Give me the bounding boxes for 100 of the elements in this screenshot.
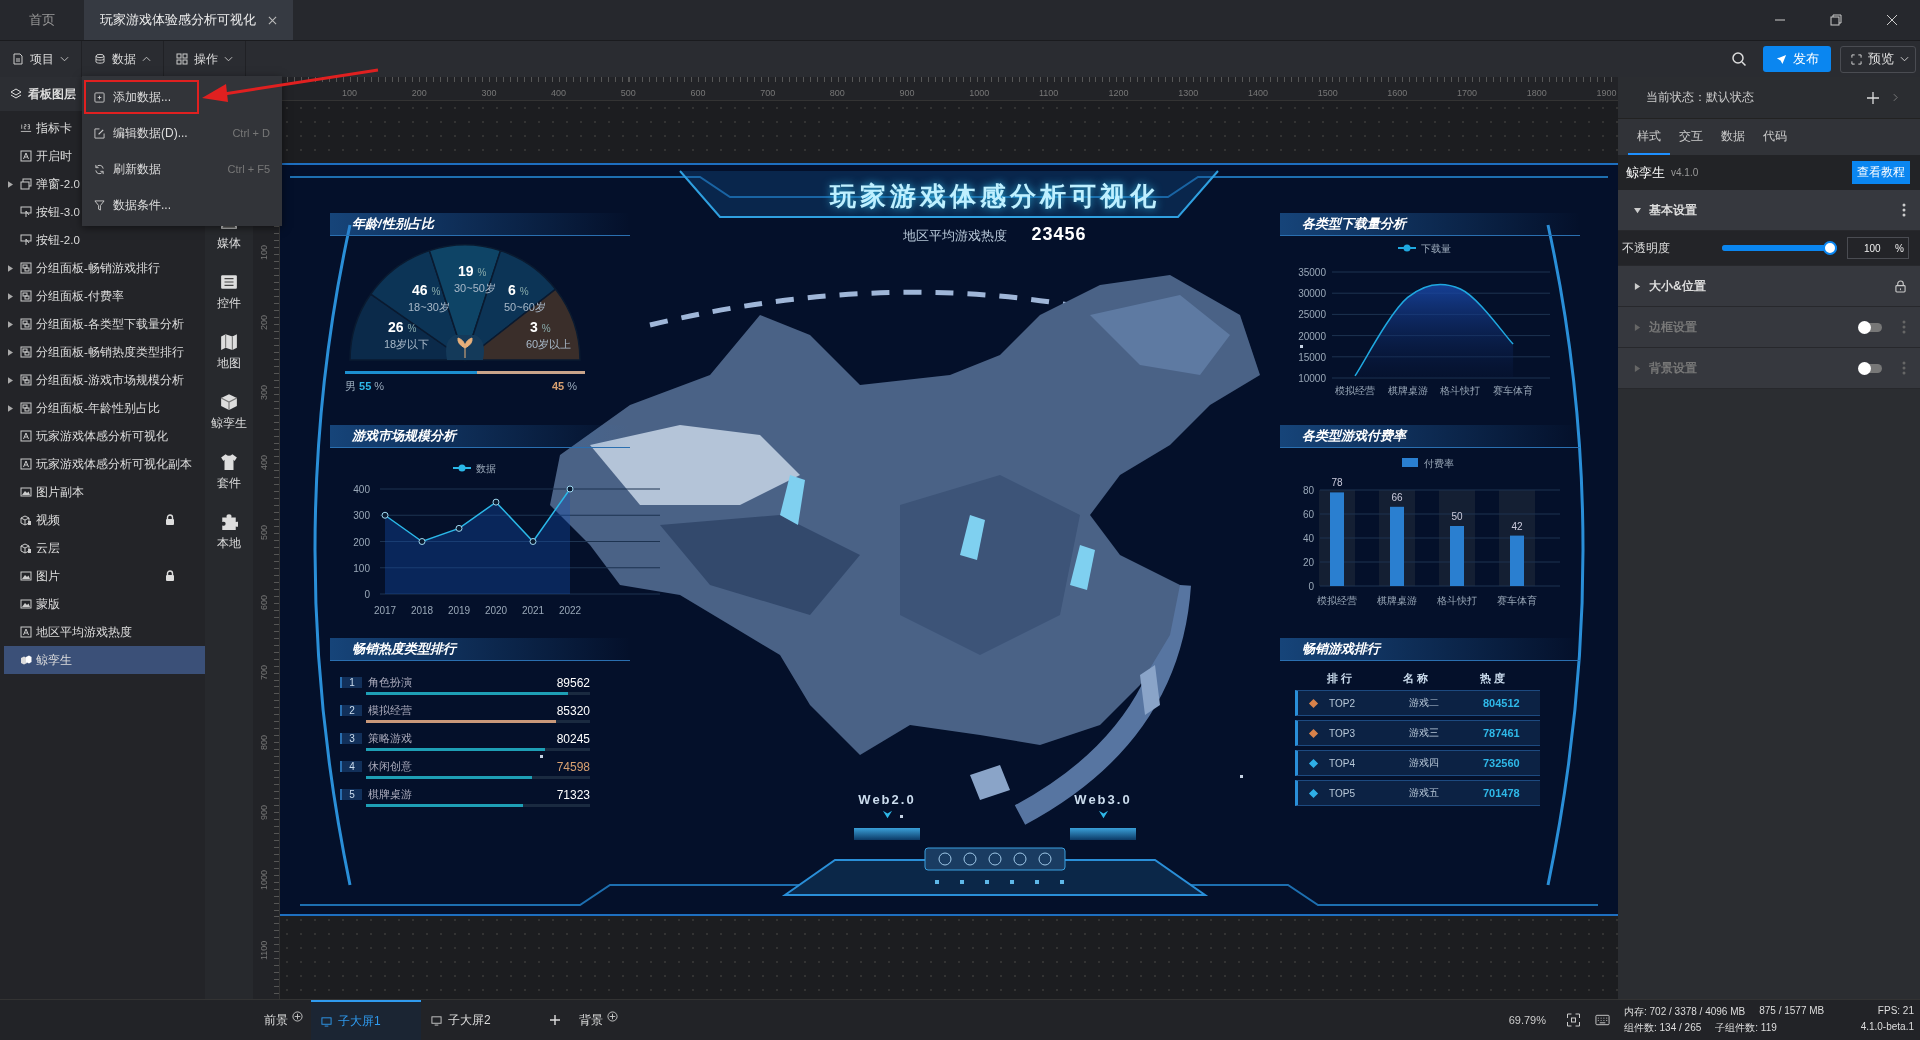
- ruler-label: 1200: [1107, 87, 1130, 100]
- category-name: 休闲创意: [368, 759, 413, 774]
- ruler-label: 1100: [1037, 87, 1060, 100]
- version-label: 4.1.0-beta.1: [1860, 1021, 1914, 1034]
- axis-label: 35000: [1298, 267, 1326, 278]
- table-cell: TOP5: [1329, 787, 1355, 799]
- ruler-label: 1900: [1595, 87, 1618, 100]
- value-label: 50: [1451, 511, 1463, 522]
- column-header: 热度: [1478, 671, 1509, 686]
- legend-label: 下载量: [1421, 243, 1451, 254]
- table-cell-text: 游戏三: [1408, 726, 1440, 740]
- gauge-label: 30~50岁: [454, 282, 496, 294]
- gauge-percent: 3 %: [530, 319, 551, 335]
- gauge-label: 18岁以下: [384, 338, 430, 350]
- axis-label: 赛车体育: [1493, 385, 1534, 396]
- ruler-label: 200: [259, 314, 269, 330]
- dashboard-title: 玩家游戏体感分析可视化: [830, 180, 1160, 213]
- ruler-label: 700: [259, 664, 269, 680]
- table-cell-text: 804512: [1481, 697, 1521, 709]
- panel-title: 畅销游戏排行: [1280, 638, 1580, 661]
- ruler-label: 100: [259, 244, 269, 260]
- opacity-label: 不透明度: [1622, 239, 1671, 257]
- ruler-label: 800: [828, 87, 846, 100]
- web-label: Web2.0: [858, 792, 916, 807]
- column-header: 排行: [1326, 671, 1357, 686]
- axis-label: 格斗快打: [1437, 595, 1477, 606]
- category-name: 棋牌桌游: [368, 787, 413, 802]
- type-value: 85320: [556, 703, 590, 718]
- ruler-label: 400: [550, 87, 568, 100]
- panel-title: 各类型游戏付费率: [1280, 425, 1580, 448]
- table-cell-text: 游戏二: [1408, 696, 1440, 710]
- legend-label: 数据: [476, 463, 496, 474]
- gauge-percent: 26 %: [388, 319, 417, 335]
- axis-label: 模拟经营: [1317, 595, 1357, 606]
- ruler-label: 1000: [259, 869, 269, 890]
- type-value: 71323: [556, 787, 590, 802]
- axis-label: 0: [364, 589, 370, 600]
- axis-label: 2022: [558, 605, 582, 616]
- rank-badge: 5: [340, 789, 362, 800]
- ruler-label: 1600: [1386, 87, 1409, 100]
- axis-label: 2017: [373, 605, 397, 616]
- rank-badge: 1: [340, 677, 362, 688]
- rank-badge: 3: [340, 733, 362, 744]
- category-name: 角色扮演: [368, 675, 413, 690]
- legend-label: 付费率: [1424, 458, 1454, 469]
- panel-title: 各类型下载量分析: [1280, 213, 1580, 236]
- panel-title: 畅销热度类型排行: [330, 638, 630, 661]
- ruler-label: 400: [259, 454, 269, 470]
- category-name: 策略游戏: [368, 731, 413, 746]
- ruler-label: 1800: [1525, 87, 1548, 100]
- ruler-label: 1500: [1316, 87, 1339, 100]
- axis-label: 20: [1302, 557, 1314, 568]
- panel-title: 看板图层: [28, 85, 76, 103]
- table-cell: TOP4: [1329, 757, 1355, 769]
- version-label: v4.1.0: [1671, 167, 1699, 178]
- axis-label: 25000: [1298, 309, 1326, 321]
- axis-label: 10000: [1298, 373, 1326, 384]
- axis-label: 2020: [484, 605, 508, 616]
- ruler-label: 300: [480, 87, 498, 100]
- zoom-level: 69.79%: [1508, 1014, 1546, 1026]
- axis-label: 20000: [1298, 330, 1326, 342]
- column-header: 名称: [1402, 671, 1433, 686]
- axis-label: 40: [1302, 533, 1314, 544]
- ruler-label: 1000: [968, 87, 991, 100]
- axis-label: 15000: [1298, 351, 1326, 363]
- ruler-label: 200: [410, 87, 428, 100]
- category-name: 模拟经营: [368, 703, 413, 718]
- axis-label: 2018: [410, 605, 434, 616]
- type-value: 89562: [556, 675, 590, 690]
- axis-label: 80: [1302, 485, 1314, 496]
- axis-label: 格斗快打: [1440, 385, 1481, 396]
- ruler-label: 1300: [1177, 87, 1200, 100]
- ruler-label: 900: [259, 804, 269, 820]
- heat-label: 地区平均游戏热度: [903, 227, 1008, 245]
- gender-ratio: 45 %: [552, 380, 578, 392]
- value-label: 66: [1391, 491, 1403, 503]
- axis-label: 棋牌桌游: [1377, 595, 1417, 606]
- table-cell-text: 732560: [1481, 757, 1521, 769]
- rank-badge: 4: [340, 761, 362, 772]
- state-label: 当前状态：默认状态: [1646, 89, 1754, 106]
- axis-label: 赛车体育: [1497, 595, 1537, 606]
- ruler-label: 1100: [259, 940, 269, 960]
- table-cell-text: 787461: [1481, 727, 1521, 739]
- table-cell: TOP2: [1329, 697, 1355, 709]
- panel-title: 年龄/性别占比: [330, 213, 630, 236]
- ruler-label: 500: [259, 524, 269, 540]
- axis-label: 0: [1308, 581, 1314, 592]
- type-value: 80245: [556, 731, 590, 746]
- axis-label: 模拟经营: [1335, 385, 1375, 396]
- gpu-stat: 875 / 1577 MB: [1759, 1005, 1825, 1018]
- heat-value: 23456: [1031, 224, 1087, 245]
- table-cell-text: 游戏五: [1408, 786, 1440, 800]
- ruler-label: 1400: [1246, 87, 1269, 100]
- value-label: 42: [1511, 520, 1523, 532]
- axis-label: 200: [353, 536, 370, 548]
- ruler-label: 900: [898, 87, 916, 100]
- axis-label: 30000: [1298, 288, 1326, 300]
- axis-label: 60: [1302, 509, 1314, 520]
- ruler-label: 600: [259, 594, 269, 610]
- component-count: 组件数: 134 / 265: [1624, 1021, 1702, 1035]
